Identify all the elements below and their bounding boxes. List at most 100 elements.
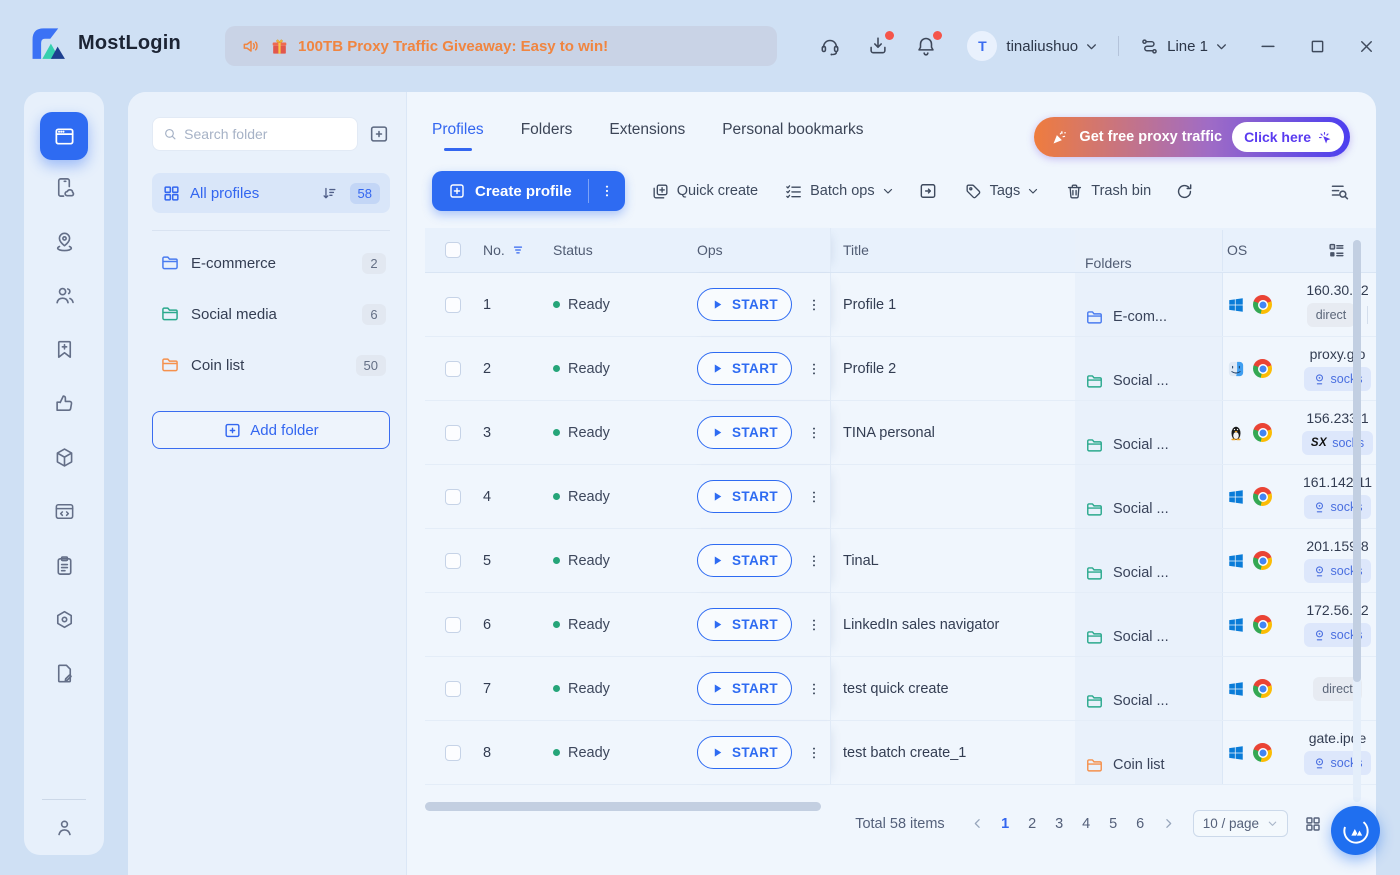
page-4[interactable]: 4: [1073, 816, 1100, 832]
row-menu-button[interactable]: [806, 745, 822, 761]
row-checkbox[interactable]: [445, 297, 461, 313]
support-icon[interactable]: [819, 35, 841, 57]
nav-api[interactable]: [24, 484, 104, 538]
promo-cta-button[interactable]: Click here: [1232, 122, 1344, 152]
macos-finder-icon: [1227, 360, 1245, 378]
folder-item-social-media[interactable]: Social media 6: [152, 295, 390, 333]
profile-title: TINA personal: [843, 425, 935, 441]
page-size-select[interactable]: 10 / page: [1193, 810, 1288, 837]
nav-drafts[interactable]: [24, 646, 104, 700]
support-fab-button[interactable]: [1331, 806, 1380, 855]
prev-page-button[interactable]: [963, 817, 992, 830]
filter-search-button[interactable]: [1329, 181, 1350, 202]
proxy-badge-sx-socks: SXsocks: [1302, 431, 1373, 455]
close-button[interactable]: [1357, 37, 1376, 56]
start-button[interactable]: START: [697, 608, 792, 641]
grid-icon: [162, 184, 181, 203]
promo-banner[interactable]: Get free proxy traffic Click here: [1034, 117, 1350, 157]
row-menu-icon: [806, 361, 822, 377]
move-to-folder-button[interactable]: [918, 181, 938, 201]
nav-cloud-phone[interactable]: [24, 160, 104, 214]
line-selector[interactable]: Line 1: [1167, 38, 1208, 55]
add-folder-icon-button[interactable]: [368, 123, 390, 145]
maximize-button[interactable]: [1308, 37, 1327, 56]
download-icon[interactable]: [867, 35, 889, 57]
nav-apps[interactable]: [24, 430, 104, 484]
row-checkbox[interactable]: [445, 681, 461, 697]
folder-item-coin-list[interactable]: Coin list 50: [152, 346, 390, 384]
nav-bookmarks[interactable]: [24, 322, 104, 376]
row-menu-button[interactable]: [806, 553, 822, 569]
row-checkbox[interactable]: [445, 425, 461, 441]
no-sort-icon[interactable]: [511, 243, 525, 257]
tab-extensions[interactable]: Extensions: [609, 121, 685, 148]
nav-account[interactable]: [53, 816, 76, 839]
page-5[interactable]: 5: [1100, 816, 1127, 832]
start-button[interactable]: START: [697, 672, 792, 705]
column-settings-icon[interactable]: [1327, 241, 1346, 260]
user-name[interactable]: tinaliushuo: [1006, 38, 1078, 55]
tab-profiles[interactable]: Profiles: [432, 121, 484, 148]
all-profiles-item[interactable]: All profiles 58: [152, 173, 390, 213]
page-3[interactable]: 3: [1046, 816, 1073, 832]
create-profile-button[interactable]: Create profile: [432, 171, 625, 211]
avatar[interactable]: T: [967, 31, 997, 61]
tab-personal-bookmarks[interactable]: Personal bookmarks: [722, 121, 863, 148]
play-icon: [711, 746, 724, 759]
folder-search-input[interactable]: [184, 126, 347, 142]
line-chevron-down-icon[interactable]: [1215, 40, 1228, 53]
nav-proxy-location[interactable]: [24, 214, 104, 268]
trash-bin-button[interactable]: Trash bin: [1065, 182, 1151, 201]
create-profile-more-button[interactable]: [589, 183, 625, 199]
map-pin-icon: [53, 230, 76, 253]
row-menu-button[interactable]: [806, 361, 822, 377]
bell-icon[interactable]: [915, 35, 937, 57]
row-checkbox[interactable]: [445, 553, 461, 569]
view-toggle-icon[interactable]: [1304, 815, 1322, 833]
row-menu-button[interactable]: [806, 681, 822, 697]
horizontal-scrollbar-thumb[interactable]: [425, 802, 821, 811]
page-1[interactable]: 1: [992, 816, 1019, 832]
row-menu-button[interactable]: [806, 297, 822, 313]
nav-team-members[interactable]: [24, 268, 104, 322]
row-checkbox[interactable]: [445, 617, 461, 633]
add-folder-button[interactable]: Add folder: [152, 411, 390, 449]
tags-button[interactable]: Tags: [964, 182, 1040, 201]
nav-browser-profiles[interactable]: [40, 112, 88, 160]
nav-recommend[interactable]: [24, 376, 104, 430]
table-header: No. Status Ops Title Folders OS: [425, 228, 1376, 273]
folder-icon: [1085, 308, 1104, 327]
vertical-scrollbar-thumb[interactable]: [1353, 240, 1361, 682]
start-button[interactable]: START: [697, 416, 792, 449]
next-page-button[interactable]: [1154, 817, 1183, 830]
page-2[interactable]: 2: [1019, 816, 1046, 832]
vertical-scrollbar[interactable]: [1353, 240, 1361, 802]
row-checkbox[interactable]: [445, 361, 461, 377]
row-menu-button[interactable]: [806, 489, 822, 505]
user-chevron-down-icon[interactable]: [1085, 40, 1098, 53]
start-button[interactable]: START: [697, 544, 792, 577]
batch-ops-button[interactable]: Batch ops: [784, 182, 894, 201]
folder-icon: [1085, 372, 1104, 391]
start-button[interactable]: START: [697, 736, 792, 769]
row-menu-button[interactable]: [806, 617, 822, 633]
nav-settings[interactable]: [24, 592, 104, 646]
nav-logs[interactable]: [24, 538, 104, 592]
folder-search[interactable]: [152, 117, 358, 151]
minimize-button[interactable]: [1258, 36, 1278, 56]
announcement-banner[interactable]: 100TB Proxy Traffic Giveaway: Easy to wi…: [225, 26, 777, 66]
tab-folders[interactable]: Folders: [521, 121, 573, 148]
quick-create-button[interactable]: Quick create: [651, 182, 758, 201]
gift-icon: [270, 37, 289, 56]
sort-icon[interactable]: [321, 185, 338, 202]
select-all-checkbox[interactable]: [445, 242, 461, 258]
row-checkbox[interactable]: [445, 745, 461, 761]
start-button[interactable]: START: [697, 288, 792, 321]
folder-item-ecommerce[interactable]: E-commerce 2: [152, 244, 390, 282]
start-button[interactable]: START: [697, 480, 792, 513]
start-button[interactable]: START: [697, 352, 792, 385]
row-menu-button[interactable]: [806, 425, 822, 441]
row-checkbox[interactable]: [445, 489, 461, 505]
page-6[interactable]: 6: [1127, 816, 1154, 832]
refresh-button[interactable]: [1175, 182, 1194, 201]
